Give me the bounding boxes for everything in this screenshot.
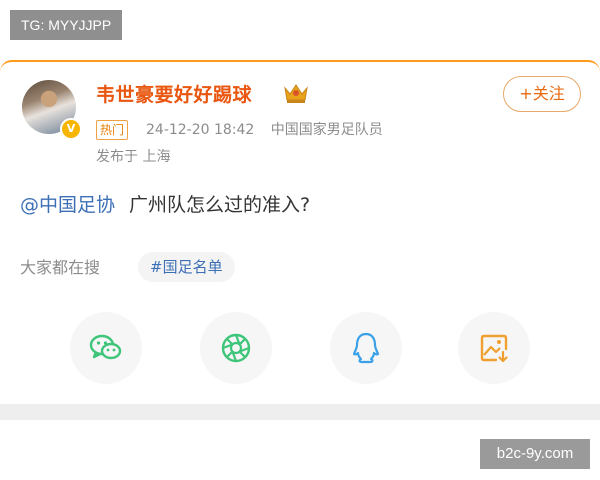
divider-bar <box>0 404 600 420</box>
trending-search-tag[interactable]: #国足名单 <box>138 252 235 282</box>
save-image-button[interactable] <box>458 312 530 384</box>
follow-button[interactable]: +关注 <box>503 76 581 112</box>
watermark-label-bottom: b2c-9y.com <box>480 439 590 469</box>
share-qq-button[interactable] <box>330 312 402 384</box>
wechat-icon <box>89 334 122 360</box>
moments-icon <box>221 333 251 363</box>
post-location: 发布于 上海 <box>96 149 171 165</box>
hot-badge: 热门 <box>96 120 129 140</box>
crown-icon <box>284 84 308 103</box>
save-image-icon <box>480 334 508 363</box>
post-text: @中国足协 广州队怎么过的准入? <box>20 190 310 217</box>
trending-search-label: 大家都在搜 <box>20 258 101 277</box>
timestamp: 24-12-20 18:42 <box>146 122 255 138</box>
verified-icon: V <box>60 118 82 140</box>
share-wechat-button[interactable] <box>70 312 142 384</box>
post-content: 广州队怎么过的准入? <box>129 194 311 216</box>
qq-icon <box>352 332 380 364</box>
mention-link[interactable]: @中国足协 <box>20 194 115 216</box>
watermark-label-top: TG: MYYJJPP <box>10 10 123 40</box>
post-meta: 24-12-20 18:42 中国国家男足队员 <box>146 119 395 139</box>
username[interactable]: 韦世豪要好好踢球 <box>96 80 252 107</box>
user-title: 中国国家男足队员 <box>270 122 383 138</box>
share-moments-button[interactable] <box>200 312 272 384</box>
